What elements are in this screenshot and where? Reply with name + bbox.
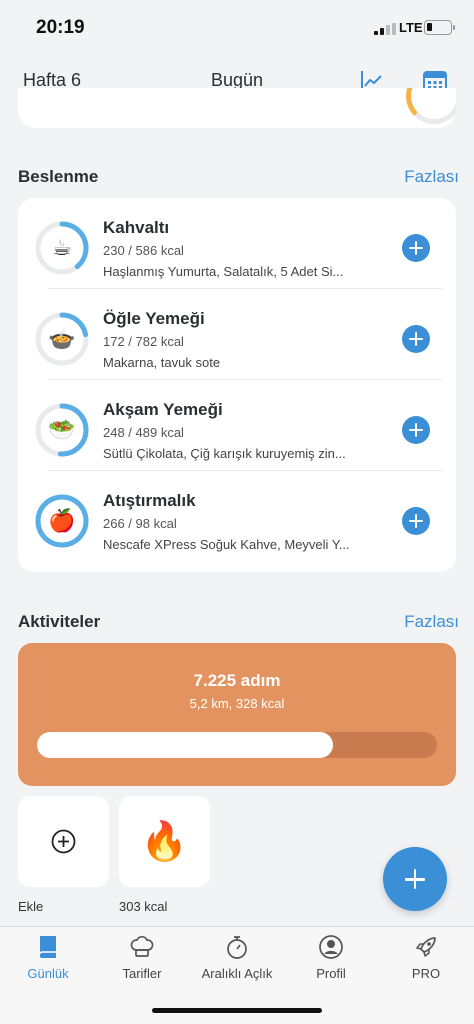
meal-kcal: 248 / 489 kcal (103, 425, 184, 440)
tab-intermittent-fasting[interactable]: Aralıklı Açlık (196, 933, 278, 995)
add-breakfast-button[interactable] (402, 234, 430, 262)
stopwatch-icon (227, 936, 247, 959)
add-snack-button[interactable] (402, 507, 430, 535)
tab-label: Aralıklı Açlık (201, 966, 273, 981)
progress-ring (406, 88, 456, 124)
meal-kcal: 266 / 98 kcal (103, 516, 177, 531)
meal-name: Atıştırmalık (103, 491, 196, 510)
activities-section-title: Aktiviteler (18, 612, 101, 631)
summary-card-partial (18, 88, 456, 128)
network-label: LTE (399, 20, 423, 35)
status-bar: 20:19 LTE (0, 0, 474, 56)
steps-detail: 5,2 km, 328 kcal (189, 696, 285, 711)
meal-name: Akşam Yemeği (103, 400, 223, 419)
meal-row-lunch[interactable]: 🍲 Öğle Yemeği 172 / 782 kcal Makarna, ta… (18, 289, 456, 380)
signal-icon (374, 23, 396, 35)
meal-kcal: 172 / 782 kcal (103, 334, 184, 349)
meal-items: Haşlanmış Yumurta, Salatalık, 5 Adet Si.… (103, 264, 344, 279)
meal-name: Öğle Yemeği (103, 309, 205, 328)
tab-daily[interactable]: Günlük (22, 933, 74, 995)
tab-label: Tarifler (122, 966, 162, 981)
add-circle-icon (51, 829, 76, 854)
add-activity-tile[interactable] (18, 796, 109, 887)
steps-progress-fill (37, 732, 333, 758)
tab-profile[interactable]: Profil (305, 933, 357, 995)
tab-pro[interactable]: PRO (400, 933, 452, 995)
steps-progress-bar (37, 732, 437, 758)
meal-row-breakfast[interactable]: ☕ Kahvaltı 230 / 586 kcal Haşlanmış Yumu… (18, 198, 456, 289)
soup-bowl-icon: 🍲 (48, 326, 76, 351)
meal-kcal: 230 / 586 kcal (103, 243, 184, 258)
add-lunch-button[interactable] (402, 325, 430, 353)
tab-label: Günlük (27, 966, 69, 981)
steps-card[interactable]: 7.225 adım 5,2 km, 328 kcal (18, 643, 456, 786)
status-time: 20:19 (36, 17, 85, 38)
home-indicator (152, 1008, 322, 1013)
chef-hat-icon (130, 936, 154, 957)
meal-items: Makarna, tavuk sote (103, 355, 221, 370)
tab-label: PRO (411, 966, 441, 981)
meal-row-snack[interactable]: 🍎 Atıştırmalık 266 / 98 kcal Nescafe XPr… (18, 471, 456, 562)
profile-icon (319, 935, 343, 959)
salad-icon: 🥗 (48, 417, 76, 442)
coffee-cup-icon: ☕ (52, 235, 72, 260)
nutrition-section-title: Beslenme (18, 167, 99, 186)
activities-more-link[interactable]: Fazlası (404, 612, 459, 632)
battery-icon (424, 20, 455, 35)
add-fab-button[interactable] (383, 847, 447, 911)
flame-icon: 🔥 (140, 820, 189, 863)
nutrition-more-link[interactable]: Fazlası (404, 167, 459, 187)
meal-items: Nescafe XPress Soğuk Kahve, Meyveli Y... (103, 537, 350, 552)
rocket-icon (416, 937, 436, 957)
steps-count: 7.225 adım (193, 671, 281, 690)
meal-name: Kahvaltı (103, 218, 170, 237)
tab-label: Profil (316, 966, 346, 981)
meal-items: Sütlü Çikolata, Çiğ karışık kuruyemiş zi… (103, 446, 346, 461)
add-activity-caption: Ekle (18, 899, 44, 914)
nutrition-card: ☕ Kahvaltı 230 / 586 kcal Haşlanmış Yumu… (18, 198, 456, 572)
meal-row-dinner[interactable]: 🥗 Akşam Yemeği 248 / 489 kcal Sütlü Çiko… (18, 380, 456, 471)
apple-icon: 🍎 (48, 508, 76, 533)
book-icon (39, 936, 56, 958)
tab-recipes[interactable]: Tarifler (116, 933, 168, 995)
add-dinner-button[interactable] (402, 416, 430, 444)
burned-calories-tile[interactable]: 🔥 (119, 796, 210, 887)
burned-calories-caption: 303 kcal (119, 899, 168, 914)
